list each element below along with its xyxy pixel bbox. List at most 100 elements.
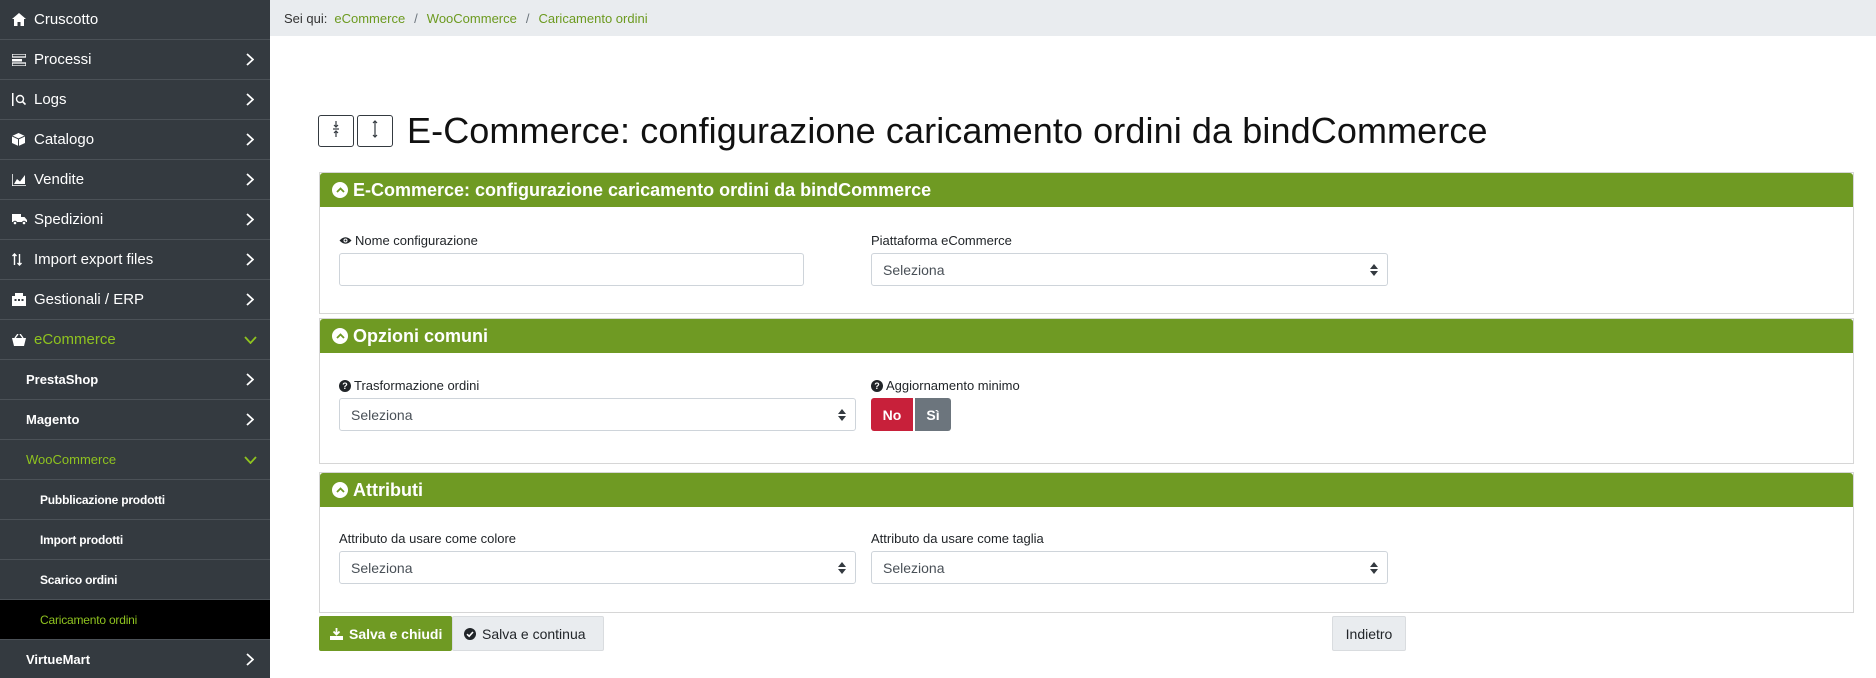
sidebar-item-label: PrestaShop <box>26 372 99 387</box>
transform-select[interactable]: Seleziona <box>339 398 856 431</box>
check-circle-icon <box>464 627 476 640</box>
options-card: Opzioni comuni ? Trasformazione ordini S… <box>319 318 1854 464</box>
chevron-right-icon <box>230 413 270 426</box>
color-attribute-label: Attributo da usare come colore <box>339 531 516 546</box>
min-update-label: ? Aggiornamento minimo <box>871 378 1020 393</box>
compress-icon <box>331 120 341 142</box>
breadcrumb-current[interactable]: Caricamento ordini <box>538 11 647 26</box>
sidebar-item-label: Vendite <box>34 171 85 188</box>
collapse-all-button[interactable] <box>318 115 354 147</box>
sidebar-item-label: Import prodotti <box>40 532 123 547</box>
chevron-right-icon <box>230 53 270 66</box>
select-value: Seleziona <box>883 559 945 576</box>
chevron-up-circle-icon <box>332 182 348 198</box>
button-label: Salva e chiudi <box>349 625 443 642</box>
expand-all-button[interactable] <box>357 115 393 147</box>
sidebar-item-label: Catalogo <box>34 131 95 148</box>
logs-icon <box>12 93 34 106</box>
sort-icon <box>12 253 34 266</box>
platform-select[interactable]: Seleziona <box>871 253 1388 286</box>
question-circle-icon[interactable]: ? <box>871 379 883 392</box>
sidebar-item-label: Gestionali / ERP <box>34 291 145 308</box>
color-attribute-select[interactable]: Seleziona <box>339 551 856 584</box>
sidebar-item-cruscotto[interactable]: Cruscotto <box>0 0 270 40</box>
sidebar-item-logs[interactable]: Logs <box>0 80 270 120</box>
sidebar-item-processi[interactable]: Processi <box>0 40 270 80</box>
transform-label: ? Trasformazione ordini <box>339 378 479 393</box>
expand-icon <box>370 119 380 143</box>
question-circle-icon[interactable]: ? <box>339 379 351 392</box>
sidebar-item-label: Spedizioni <box>34 211 104 228</box>
select-value: Seleziona <box>351 559 413 576</box>
sort-caret-icon <box>838 561 846 577</box>
eye-icon <box>339 236 352 245</box>
download-icon <box>330 627 343 640</box>
chevron-right-icon <box>230 133 270 146</box>
sidebar-item-gestionali[interactable]: Gestionali / ERP <box>0 280 270 320</box>
sidebar-item-scarico-ordini[interactable]: Scarico ordini <box>0 560 270 600</box>
sidebar-item-ecommerce[interactable]: eCommerce <box>0 320 270 360</box>
chevron-right-icon <box>230 293 270 306</box>
box-icon <box>12 133 34 146</box>
sidebar-item-label: Pubblicazione prodotti <box>40 492 165 507</box>
building-icon <box>12 293 34 306</box>
breadcrumb-link-ecommerce[interactable]: eCommerce <box>334 11 405 26</box>
config-card: E-Commerce: configurazione caricamento o… <box>319 172 1854 314</box>
chevron-right-icon <box>230 253 270 266</box>
main-content: E-Commerce: configurazione caricamento o… <box>270 36 1876 678</box>
breadcrumb-separator: / <box>525 10 530 26</box>
options-card-header[interactable]: Opzioni comuni <box>320 319 1853 353</box>
sidebar-item-label: Caricamento ordini <box>40 612 138 627</box>
label-text: Attributo da usare come taglia <box>871 531 1044 546</box>
sidebar-item-label: Import export files <box>34 251 154 268</box>
sidebar-item-woocommerce[interactable]: WooCommerce <box>0 440 270 480</box>
processes-icon <box>12 53 34 66</box>
sidebar-item-import-prodotti[interactable]: Import prodotti <box>0 520 270 560</box>
sort-caret-icon <box>838 408 846 424</box>
platform-label: Piattaforma eCommerce <box>871 233 1012 248</box>
sidebar-item-pubblicazione-prodotti[interactable]: Pubblicazione prodotti <box>0 480 270 520</box>
chevron-right-icon <box>230 173 270 186</box>
sidebar-item-label: Scarico ordini <box>40 572 118 587</box>
size-attribute-select[interactable]: Seleziona <box>871 551 1388 584</box>
save-close-button[interactable]: Salva e chiudi <box>319 616 452 651</box>
chevron-right-icon <box>230 93 270 106</box>
sidebar-item-label: Logs <box>34 91 67 108</box>
breadcrumb-prefix: Sei qui: <box>284 10 328 26</box>
sidebar-item-label: WooCommerce <box>26 452 117 467</box>
sidebar-item-import-export[interactable]: Import export files <box>0 240 270 280</box>
sidebar-item-caricamento-ordini[interactable]: Caricamento ordini <box>0 600 270 640</box>
attributes-card: Attributi Attributo da usare come colore… <box>319 472 1854 613</box>
sidebar-item-magento[interactable]: Magento <box>0 400 270 440</box>
sort-caret-icon <box>1370 561 1378 577</box>
label-text: Trasformazione ordini <box>354 378 480 393</box>
attributes-card-header[interactable]: Attributi <box>320 473 1853 507</box>
chevron-up-circle-icon <box>332 482 348 498</box>
label-text: Aggiornamento minimo <box>886 378 1020 393</box>
title-row: E-Commerce: configurazione caricamento o… <box>318 110 1488 152</box>
sidebar-item-prestashop[interactable]: PrestaShop <box>0 360 270 400</box>
card-header-title: Opzioni comuni <box>353 325 488 346</box>
config-card-header[interactable]: E-Commerce: configurazione caricamento o… <box>320 173 1853 207</box>
breadcrumb-link-woocommerce[interactable]: WooCommerce <box>427 11 517 26</box>
toggle-si-button[interactable]: Sì <box>915 398 951 431</box>
save-continue-button[interactable]: Salva e continua <box>452 616 604 651</box>
config-name-input[interactable] <box>339 253 804 286</box>
sidebar-item-label: Magento <box>26 412 80 427</box>
home-icon <box>12 13 34 26</box>
toggle-no-button[interactable]: No <box>871 398 913 431</box>
back-button[interactable]: Indietro <box>1332 616 1406 651</box>
select-value: Seleziona <box>351 406 413 423</box>
sidebar-item-label: Processi <box>34 51 92 68</box>
chevron-right-icon <box>230 213 270 226</box>
chart-icon <box>12 173 34 186</box>
sidebar-item-catalogo[interactable]: Catalogo <box>0 120 270 160</box>
sidebar-item-vendite[interactable]: Vendite <box>0 160 270 200</box>
label-text: Nome configurazione <box>355 233 478 248</box>
truck-icon <box>12 214 34 225</box>
sidebar-item-spedizioni[interactable]: Spedizioni <box>0 200 270 240</box>
sidebar-item-virtuemart[interactable]: VirtueMart <box>0 640 270 678</box>
select-value: Seleziona <box>883 261 945 278</box>
page-title: E-Commerce: configurazione caricamento o… <box>407 110 1488 151</box>
min-update-toggle: No Sì <box>871 398 951 431</box>
